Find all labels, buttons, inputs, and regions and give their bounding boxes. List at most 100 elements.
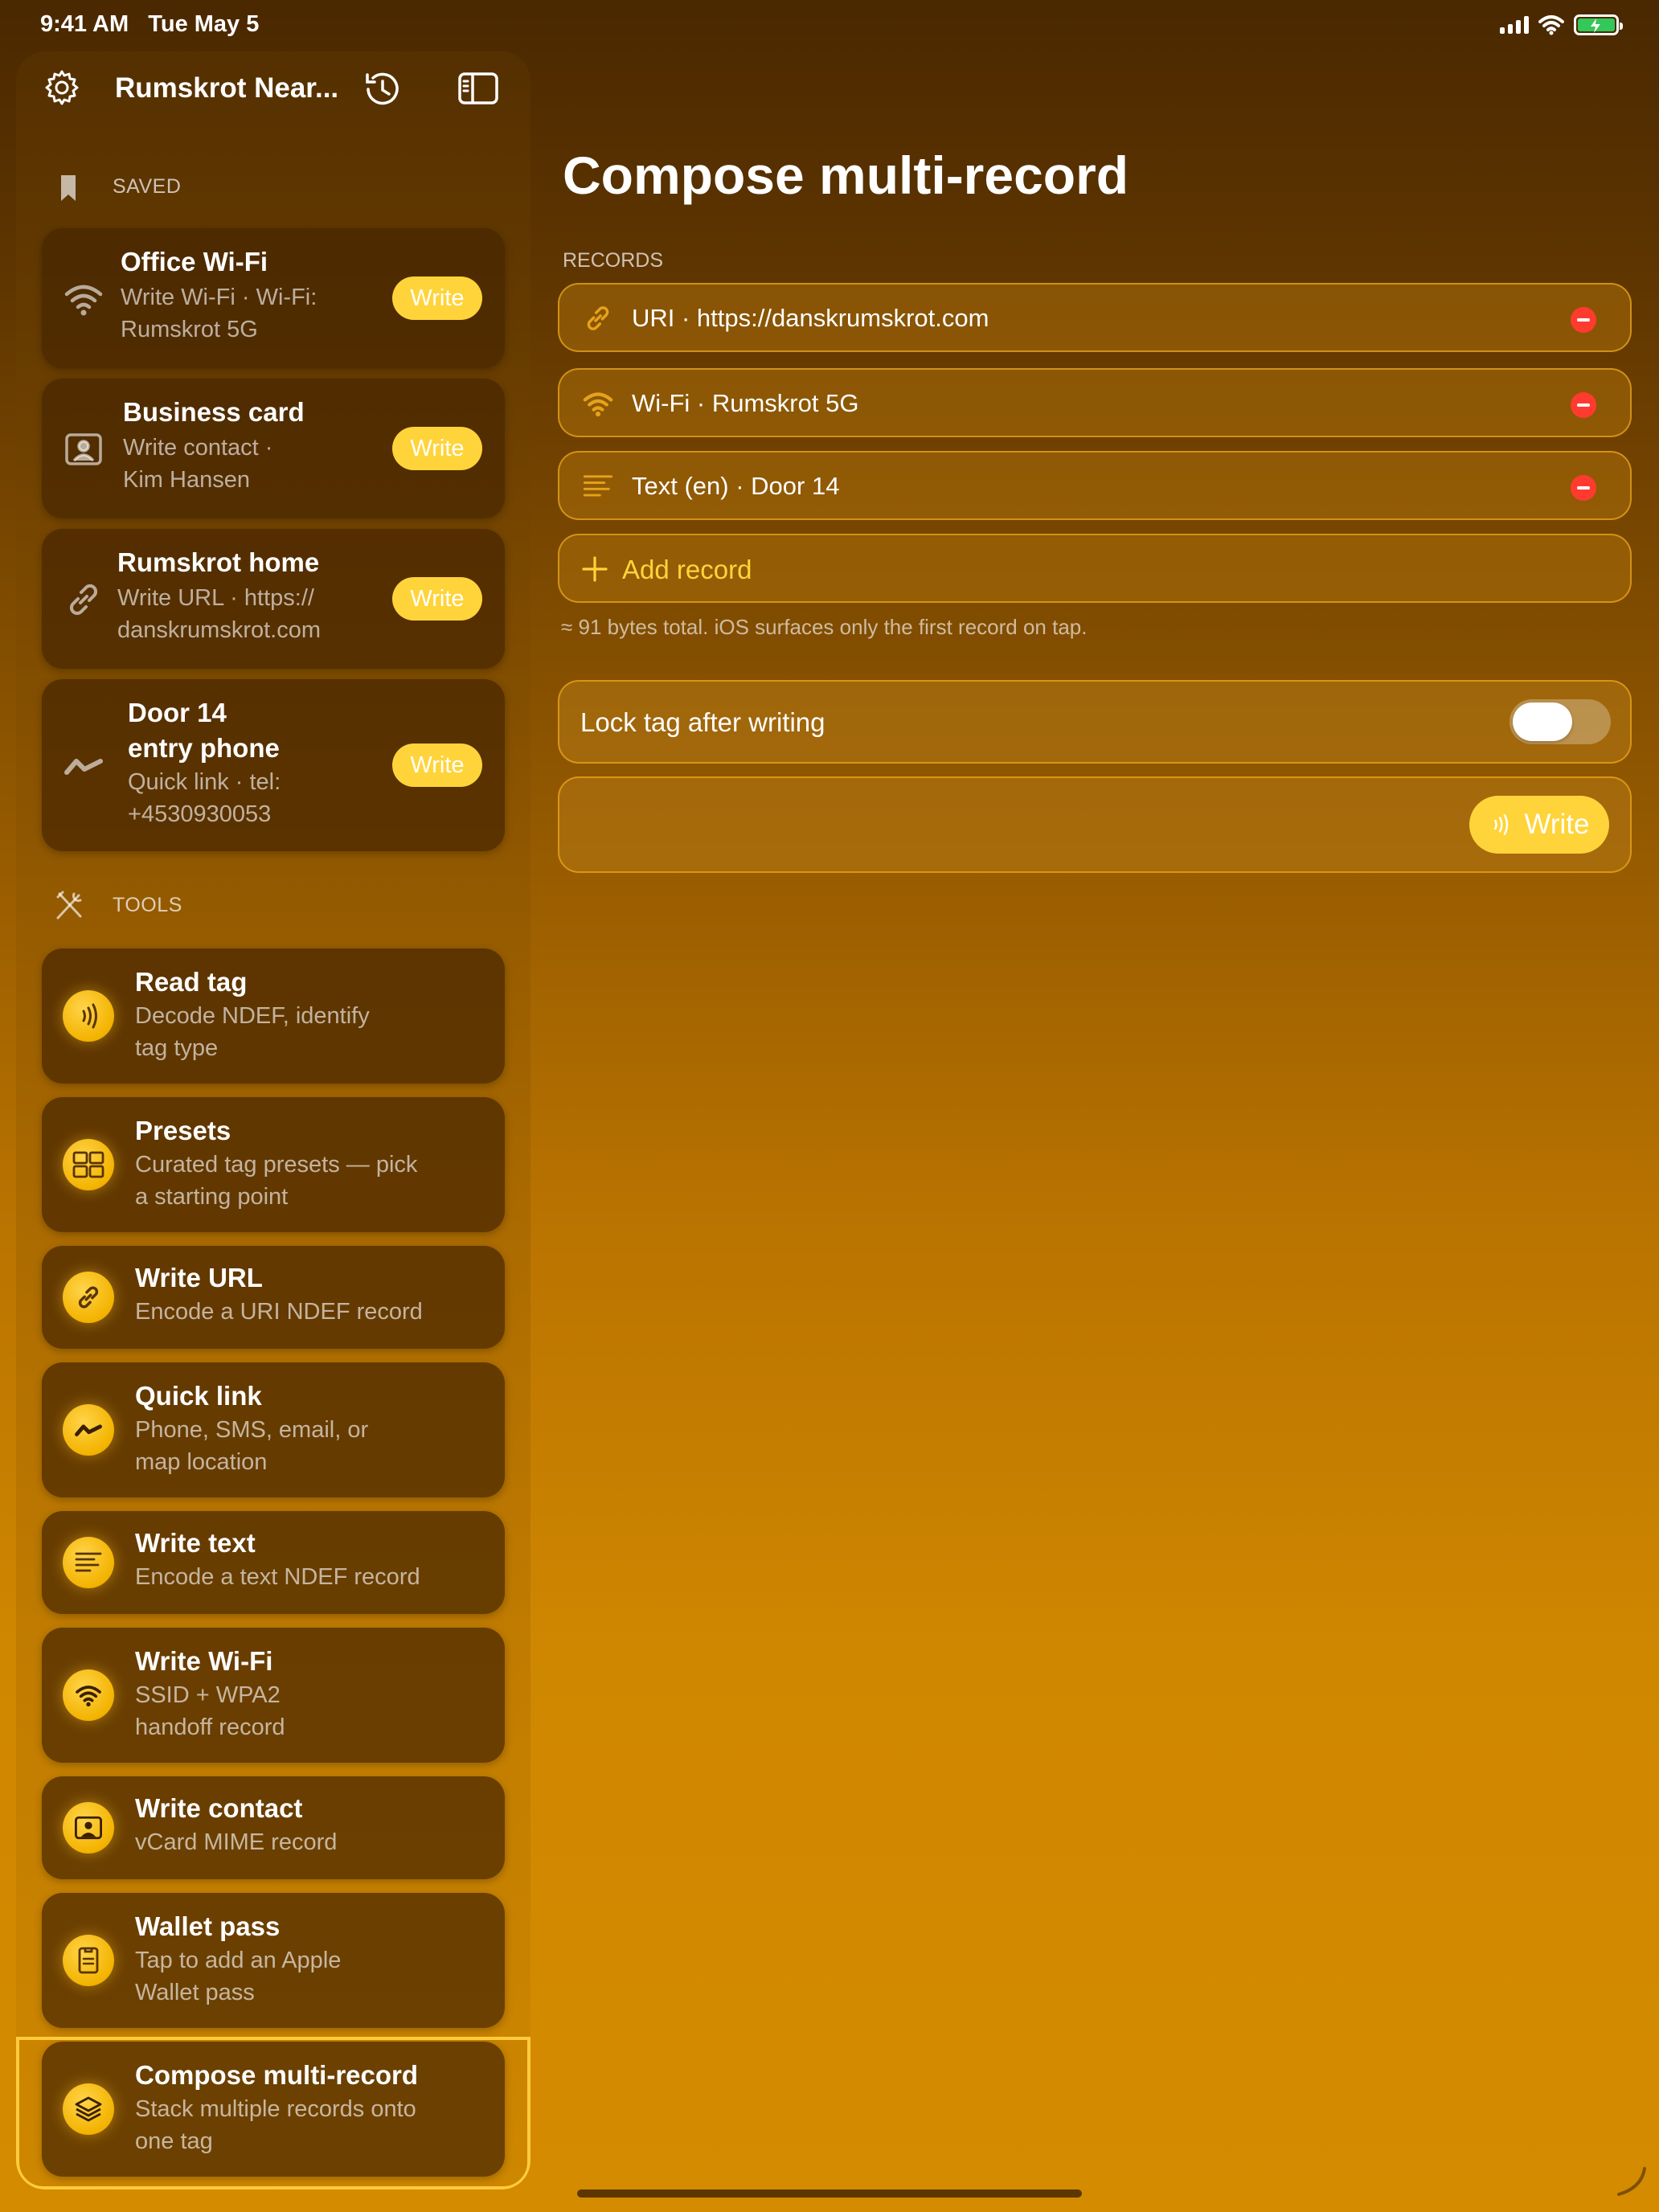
saved-item-title: entry phone [128,733,280,763]
tool-wallet-pass[interactable]: Wallet pass Tap to add an Apple Wallet p… [42,1893,505,2028]
tool-subtitle: vCard MIME record [135,1829,338,1855]
link-icon [63,1272,114,1323]
wifi-icon [63,1669,114,1721]
contact-card-icon [65,433,102,465]
resize-corner-icon [1617,2167,1646,2196]
home-indicator [577,2189,1082,2198]
write-button[interactable]: Write [1469,796,1609,854]
tool-subtitle: Decode NDEF, identify [135,1003,370,1029]
tool-presets[interactable]: Presets Curated tag presets — pick a sta… [42,1097,505,1232]
tool-title: Wallet pass [135,1911,281,1941]
tool-title: Write contact [135,1793,303,1823]
tool-title: Read tag [135,967,248,997]
record-row-uri[interactable]: URI · https://danskrumskrot.com [558,283,1632,352]
saved-item-title: Business card [123,397,305,427]
link-icon [69,584,98,616]
saved-item-subtitle: +4530930053 [128,801,272,827]
history-icon[interactable] [360,68,403,111]
write-button[interactable]: Write [392,276,482,320]
remove-record-button[interactable] [1571,307,1596,333]
saved-item-office-wifi[interactable]: Office Wi-Fi Write Wi-Fi · Wi-Fi: Rumskr… [42,228,505,368]
saved-item-subtitle: Quick link · tel: [128,769,281,795]
nfc-write-icon [1494,814,1509,835]
record-row-text[interactable]: Text (en) · Door 14 [558,451,1632,520]
saved-item-title: Rumskrot home [117,547,320,577]
tool-subtitle: Wallet pass [135,1980,255,2005]
selection-highlight [16,2037,530,2189]
add-record-button[interactable]: Add record [558,534,1632,603]
link-icon [587,306,609,330]
write-button[interactable]: Write [392,427,482,470]
record-label: URI · https://danskrumskrot.com [632,304,989,332]
write-button[interactable]: Write [392,743,482,787]
cellular-signal-icon [1500,16,1529,34]
saved-item-subtitle: danskrumskrot.com [117,617,322,643]
saved-section-label: SAVED [113,175,182,198]
tool-title: Write text [135,1528,256,1558]
page-title: Compose multi-record [563,145,1129,205]
status-bar: 9:41 AM Tue May 5 [0,0,1659,51]
quick-link-icon [64,759,103,775]
tool-quick-link[interactable]: Quick link Phone, SMS, email, or map loc… [42,1362,505,1497]
remove-record-button[interactable] [1571,392,1596,418]
tool-subtitle: tag type [135,1035,219,1061]
contact-card-icon [63,1802,114,1854]
tool-title: Presets [135,1116,231,1145]
record-label: Text (en) · Door 14 [632,472,840,500]
bytes-note: ≈ 91 bytes total. iOS surfaces only the … [561,615,1088,639]
quick-link-icon [63,1404,114,1456]
record-label: Wi-Fi · Rumskrot 5G [632,389,859,417]
bookmark-icon [61,175,76,201]
write-row: Write [558,776,1632,873]
app-title: Rumskrot Near... [115,72,339,104]
wifi-status-icon [1538,15,1564,35]
sidebar-header: Rumskrot Near... [16,51,530,124]
tool-subtitle: map location [135,1449,268,1475]
add-record-label: Add record [622,555,752,584]
saved-item-rumskrot-home[interactable]: Rumskrot home Write URL · https:// dansk… [42,529,505,669]
tool-write-url[interactable]: Write URL Encode a URI NDEF record [42,1246,505,1349]
tool-subtitle: a starting point [135,1184,289,1210]
saved-item-door-14[interactable]: Door 14 entry phone Quick link · tel: +4… [42,679,505,851]
lock-tag-toggle[interactable] [1509,699,1611,744]
write-button-label: Write [1524,809,1590,840]
tool-subtitle: SSID + WPA2 [135,1682,281,1708]
tool-title: Write Wi-Fi [135,1646,273,1676]
tool-title: Quick link [135,1381,262,1411]
toggle-knob [1513,703,1572,741]
tool-subtitle: Tap to add an Apple [135,1948,342,1973]
plus-icon [582,556,608,582]
saved-item-title: Office Wi-Fi [121,247,268,276]
saved-item-subtitle: Write URL · https:// [117,585,314,611]
nfc-read-icon [63,990,114,1042]
remove-record-button[interactable] [1571,475,1596,501]
tool-title: Write URL [135,1263,263,1292]
tool-write-wifi[interactable]: Write Wi-Fi SSID + WPA2 handoff record [42,1628,505,1763]
tool-read-tag[interactable]: Read tag Decode NDEF, identify tag type [42,948,505,1083]
text-lines-icon [63,1537,114,1588]
saved-item-subtitle: Rumskrot 5G [121,317,258,342]
saved-item-subtitle: Kim Hansen [123,467,250,493]
saved-item-title: Door 14 [128,698,227,727]
saved-item-business-card[interactable]: Business card Write contact · Kim Hansen… [42,379,505,518]
tool-subtitle: handoff record [135,1714,285,1740]
tools-icon [56,891,82,920]
write-button[interactable]: Write [392,577,482,621]
wallet-pass-icon [63,1935,114,1986]
status-time: 9:41 AM Tue May 5 [40,11,260,37]
sidebar: Rumskrot Near... SAVED Office Wi-Fi Writ… [16,51,530,2189]
tool-write-contact[interactable]: Write contact vCard MIME record [42,1776,505,1879]
saved-item-subtitle: Write contact · [123,435,273,461]
grid-icon [63,1139,114,1190]
records-section-label: RECORDS [563,249,664,272]
wifi-icon [583,392,613,417]
sidebar-toggle-icon[interactable] [457,69,500,108]
record-row-wifi[interactable]: Wi-Fi · Rumskrot 5G [558,368,1632,437]
text-lines-icon [583,475,613,497]
gear-icon[interactable] [42,68,82,108]
tool-write-text[interactable]: Write text Encode a text NDEF record [42,1511,505,1614]
battery-charging-icon [1574,14,1623,35]
wifi-icon [64,285,103,316]
status-icons [1500,14,1623,35]
tool-subtitle: Encode a URI NDEF record [135,1299,423,1325]
